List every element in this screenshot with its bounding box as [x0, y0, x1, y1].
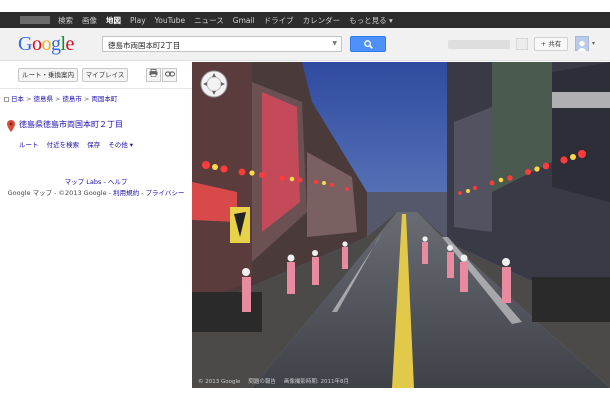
breadcrumb-japan[interactable]: 日本 — [11, 95, 24, 103]
terms-link[interactable]: 利用規約 — [113, 189, 139, 197]
breadcrumb-tokushima-city[interactable]: 徳島市 — [62, 95, 82, 103]
breadcrumb-separator-icon: > — [54, 95, 61, 103]
divider — [0, 88, 192, 89]
nav-gmail[interactable]: Gmail — [233, 16, 255, 25]
sv-copyright: © 2013 Google — [198, 379, 241, 385]
nav-more[interactable]: もっと見る ▾ — [349, 15, 393, 26]
nav-images[interactable]: 画像 — [82, 15, 97, 26]
capture-date: 画像撮影時期: 2011年8月 — [283, 379, 350, 385]
report-problem-link[interactable]: 問題の報告 — [248, 379, 276, 385]
street-scene — [192, 62, 610, 388]
breadcrumb-separator-icon: > — [26, 95, 32, 103]
place-actions: ルート 付近を検索 保存 その他 ▾ — [19, 139, 139, 149]
copyright-text: Google マップ - ©2013 Google - — [7, 189, 114, 197]
breadcrumb-separator-icon: > — [83, 95, 90, 103]
nav-news[interactable]: ニュース — [194, 15, 224, 26]
share-button[interactable]: + 共有 — [534, 37, 568, 51]
account-name-blurred — [20, 16, 50, 24]
breadcrumb-ryogoku-honmachi[interactable]: 両国本町 — [91, 95, 117, 103]
breadcrumb: 日本 > 徳島県 > 徳島市 > 両国本町 — [4, 93, 117, 103]
logo-letter: o — [41, 33, 51, 55]
nav-search[interactable]: 検索 — [58, 15, 73, 26]
printer-glyph — [149, 69, 158, 77]
logo-letter: e — [65, 33, 75, 55]
route-link[interactable]: ルート — [19, 141, 39, 149]
link-icon[interactable] — [162, 68, 177, 82]
sidebar: ルート・乗換案内 マイプレイス 日本 > 徳島県 > 徳島市 > 両国本町 徳島県徳島市両国… — [0, 62, 192, 388]
header: Google 徳島市両国本町2丁目 ▼ + 共有 ▾ — [0, 28, 610, 61]
user-name-blurred — [448, 40, 510, 49]
map-pin-icon — [7, 120, 15, 132]
nav-play[interactable]: Play — [130, 16, 146, 25]
search-button[interactable] — [350, 36, 386, 52]
google-logo[interactable]: Google — [18, 33, 74, 56]
copyright-footer: Google マップ - ©2013 Google - 利用規約 - プライバシ… — [0, 187, 192, 197]
street-view-caption: © 2013 Google 問題の報告 画像撮影時期: 2011年8月 — [198, 377, 357, 385]
logo-letter: G — [18, 33, 32, 55]
person-icon — [577, 40, 587, 51]
magnifier-icon — [364, 40, 373, 49]
route-button[interactable]: ルート・乗換案内 — [18, 68, 78, 82]
nav-maps[interactable]: 地図 — [106, 15, 121, 26]
notification-box[interactable] — [516, 38, 528, 50]
expand-icon[interactable] — [4, 96, 9, 102]
dropdown-caret-icon[interactable]: ▼ — [332, 40, 337, 47]
privacy-link[interactable]: プライバシー — [146, 189, 185, 197]
nav-calendar[interactable]: カレンダー — [303, 15, 341, 26]
place-title[interactable]: 徳島県徳島市両国本町２丁目 — [19, 119, 123, 130]
page-bottom — [0, 388, 610, 400]
chain-glyph — [164, 71, 175, 77]
compass-icon — [200, 70, 228, 98]
print-icon[interactable] — [146, 68, 161, 82]
street-view-panorama[interactable]: © 2013 Google 問題の報告 画像撮影時期: 2011年8月 — [192, 62, 610, 388]
my-places-button[interactable]: マイプレイス — [82, 68, 128, 82]
search-input-value: 徳島市両国本町2丁目 — [108, 41, 181, 50]
top-nav-bar: 検索 画像 地図 Play YouTube ニュース Gmail ドライブ カレ… — [0, 12, 610, 28]
breadcrumb-tokushima-pref[interactable]: 徳島県 — [33, 95, 53, 103]
nav-youtube[interactable]: YouTube — [155, 16, 186, 25]
avatar[interactable] — [575, 36, 589, 51]
search-input[interactable]: 徳島市両国本町2丁目 ▼ — [102, 36, 342, 52]
save-link[interactable]: 保存 — [87, 141, 100, 149]
pan-control[interactable] — [200, 70, 228, 102]
labs-help-links[interactable]: マップ Labs - ヘルプ — [0, 176, 192, 186]
avatar-caret-icon[interactable]: ▾ — [592, 40, 595, 47]
search-nearby-link[interactable]: 付近を検索 — [47, 141, 80, 149]
more-link[interactable]: その他 ▾ — [108, 141, 133, 149]
nav-drive[interactable]: ドライブ — [264, 15, 294, 26]
